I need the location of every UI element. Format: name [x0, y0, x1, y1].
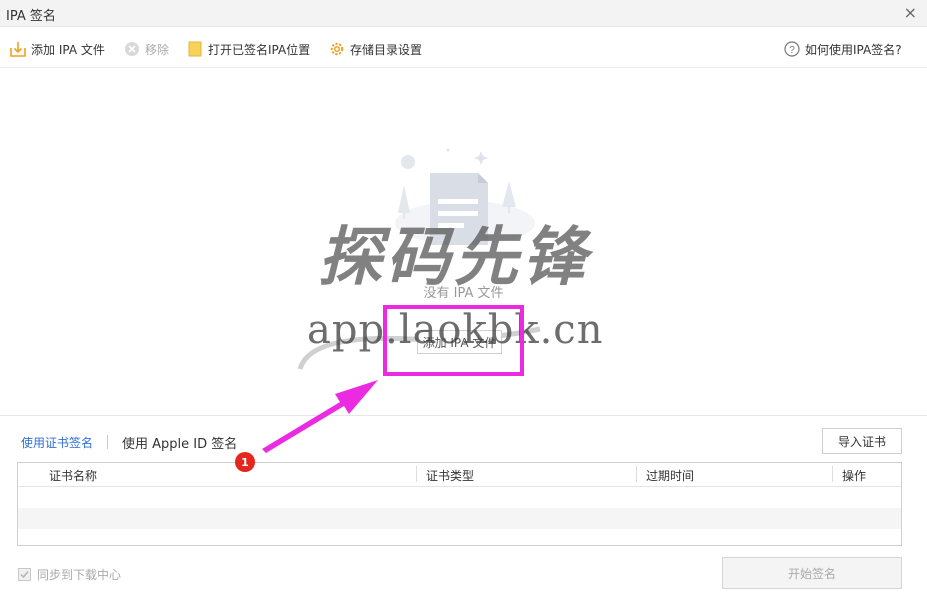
check-icon	[20, 571, 29, 579]
col-action[interactable]: 操作	[842, 467, 866, 484]
svg-text:?: ?	[789, 45, 795, 56]
cert-table: 证书名称 证书类型 过期时间 操作	[17, 462, 902, 546]
open-signed-label: 打开已签名IPA位置	[208, 42, 311, 57]
col-cert-type[interactable]: 证书类型	[426, 467, 474, 484]
start-sign-button[interactable]: 开始签名	[722, 557, 902, 589]
sync-checkbox[interactable]	[18, 568, 31, 581]
close-icon[interactable]: ×	[904, 3, 917, 22]
add-file-icon	[10, 41, 26, 57]
col-expiry[interactable]: 过期时间	[646, 467, 694, 484]
storage-settings-button[interactable]: 存储目录设置	[329, 39, 422, 59]
help-label: 如何使用IPA签名?	[805, 42, 902, 57]
table-header: 证书名称 证书类型 过期时间 操作	[18, 463, 901, 487]
table-row	[18, 487, 901, 508]
window-title: IPA 签名	[6, 9, 56, 24]
title-bar: IPA 签名 ×	[0, 0, 927, 27]
col-divider[interactable]	[832, 466, 833, 482]
tab-apple-id-sign[interactable]: 使用 Apple ID 签名	[122, 433, 237, 452]
help-link[interactable]: ? 如何使用IPA签名?	[784, 39, 902, 59]
col-divider[interactable]	[416, 466, 417, 482]
annotation-badge: 1	[235, 452, 255, 472]
table-row	[18, 508, 901, 529]
gear-icon	[329, 41, 345, 57]
remove-icon	[124, 41, 140, 57]
remove-button[interactable]: 移除	[124, 39, 169, 59]
tab-divider	[107, 435, 108, 449]
toolbar: 添加 IPA 文件 移除 打开已签名IPA位置 存储目录设置 ? 如何使用IPA…	[0, 28, 927, 68]
sign-method-tabs: 使用证书签名 使用 Apple ID 签名 导入证书	[0, 425, 927, 459]
col-divider[interactable]	[636, 466, 637, 482]
storage-settings-label: 存储目录设置	[350, 42, 423, 57]
watermark-text: 探码先锋	[318, 221, 590, 295]
sync-label: 同步到下载中心	[37, 568, 122, 582]
add-ipa-toolbar-button[interactable]: 添加 IPA 文件	[10, 39, 105, 59]
folder-icon	[187, 41, 203, 57]
open-signed-location-button[interactable]: 打开已签名IPA位置	[187, 39, 310, 59]
remove-label: 移除	[145, 42, 170, 57]
add-ipa-label: 添加 IPA 文件	[31, 42, 105, 57]
question-icon: ?	[784, 41, 800, 57]
import-cert-button[interactable]: 导入证书	[822, 428, 902, 454]
sync-download-center[interactable]: 同步到下载中心	[18, 566, 121, 583]
tab-cert-sign[interactable]: 使用证书签名	[21, 434, 93, 451]
col-cert-name[interactable]: 证书名称	[49, 467, 97, 484]
annotation-highlight-box	[383, 305, 524, 376]
